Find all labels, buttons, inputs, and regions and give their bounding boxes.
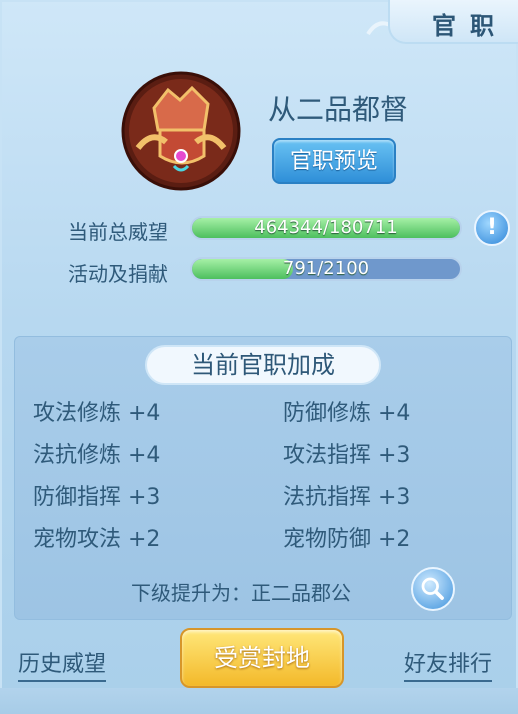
prestige-bar: 464344/180711 [190,216,462,240]
bonus-item: 攻法修炼 +4 [33,401,161,426]
rank-preview-button[interactable]: 官职预览 [272,138,396,184]
bonus-item: 防御修炼 +4 [283,401,411,426]
next-rank-text: 下级提升为：正二品郡公 [131,581,351,605]
activity-value: 791/2100 [282,258,370,279]
bonus-panel-title: 当前官职加成 [145,345,381,385]
bonus-item: 防御指挥 +3 [33,485,161,510]
rank-name: 从二品都督 [268,93,409,126]
bonus-item: 攻法指挥 +3 [283,443,411,468]
reward-fief-button[interactable]: 受赏封地 [180,628,344,688]
bonus-item: 宠物防御 +2 [283,527,411,552]
bonus-panel: 当前官职加成 攻法修炼 +4 防御修炼 +4 法抗修炼 +4 攻法指挥 +3 防… [14,336,512,620]
title-tab: 官职 [388,0,518,44]
stat-label-activity: 活动及捐献 [68,262,168,286]
bottom-bar [0,688,518,714]
history-prestige-link[interactable]: 历史威望 [18,646,107,682]
bonus-item: 法抗指挥 +3 [283,485,411,510]
window-title: 官职 [432,12,508,40]
activity-bar: 791/2100 [190,257,462,281]
bonus-item: 宠物攻法 +2 [33,527,161,552]
info-icon[interactable]: ! [474,210,510,246]
magnifier-icon[interactable] [411,567,455,611]
helmet-icon [120,70,242,192]
bonus-item: 法抗修炼 +4 [33,443,161,468]
friend-ranking-link[interactable]: 好友排行 [404,646,493,682]
prestige-value: 464344/180711 [254,217,398,238]
stat-label-prestige: 当前总威望 [68,220,168,244]
